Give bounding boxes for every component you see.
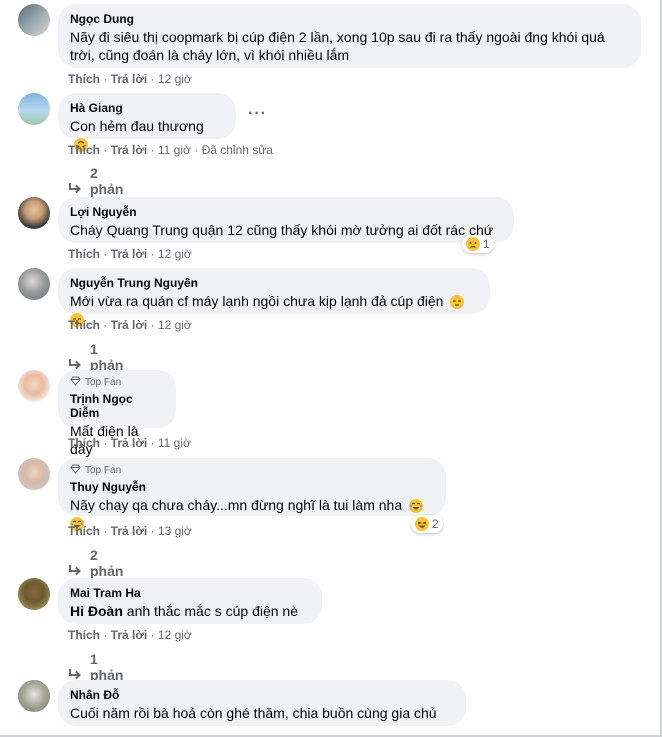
comment-actions: Thích · Trả lời · 12 giờ (68, 628, 192, 642)
commenter-name[interactable]: Mai Tram Ha (70, 586, 310, 600)
reaction-summary[interactable]: 1 (462, 235, 494, 253)
like-link[interactable]: Thích (68, 72, 100, 86)
like-link[interactable]: Thích (68, 143, 100, 157)
comment-bubble: Top Fan Thuy Nguyễn Nãy chạy qa chưa chá… (58, 458, 446, 532)
commenter-name[interactable]: Lợi Nguyễn (70, 205, 502, 219)
avatar[interactable] (18, 578, 50, 610)
timestamp[interactable]: 11 giờ (158, 436, 191, 450)
badge-label: Top Fan (85, 465, 122, 476)
reply-arrow-icon (68, 563, 82, 579)
comment-actions: Thích · Trả lời · 11 giờ (68, 436, 191, 450)
timestamp[interactable]: 12 giờ (158, 628, 192, 642)
comment-text-content: Nãy chạy qa chưa cháy...mn đừng nghĩ là … (70, 497, 403, 513)
unamused-face-emoji (450, 295, 465, 310)
commenter-name[interactable]: Nguyễn Trung Nguyên (70, 276, 478, 290)
reaction-count: 2 (432, 517, 439, 531)
reply-arrow-icon (68, 181, 82, 197)
reply-link[interactable]: Trả lời (111, 247, 148, 261)
avatar[interactable] (18, 268, 50, 300)
comment-text: Hi Đoàn anh thắc mắc s cúp điện nè (70, 602, 310, 620)
commenter-name[interactable]: Nhân Đỗ (70, 688, 454, 702)
like-link[interactable]: Thích (68, 628, 100, 642)
edited-label[interactable]: Đã chỉnh sửa (202, 143, 273, 157)
commenter-name[interactable]: Trịnh Ngọc Diễm (70, 392, 164, 420)
like-link[interactable]: Thích (68, 524, 100, 538)
avatar[interactable] (18, 93, 50, 125)
comment-bubble: Top Fan Trịnh Ngọc Diễm Mất điện là đây (58, 370, 176, 457)
comment-text: Cuối năm rồi bà hoả còn ghé thăm, chia b… (70, 705, 437, 721)
timestamp[interactable]: 12 giờ (158, 318, 192, 332)
reply-link[interactable]: Trả lời (111, 143, 148, 157)
comment-actions: Thích · Trả lời · 13 giờ (68, 524, 192, 538)
top-fan-badge[interactable]: Top Fan (70, 464, 434, 477)
comment-bubble: Nguyễn Trung Nguyên Mới vừa ra quán cf m… (58, 268, 490, 328)
haha-emoji (415, 517, 429, 531)
like-link[interactable]: Thích (68, 247, 100, 261)
sad-emoji (466, 237, 480, 251)
commenter-name[interactable]: Hà Giang (70, 101, 224, 115)
commenter-name[interactable]: Ngọc Dung (70, 12, 629, 26)
reply-link[interactable]: Trả lời (111, 524, 148, 538)
reply-link[interactable]: Trả lời (111, 628, 148, 642)
more-options-icon[interactable]: ··· (248, 105, 267, 123)
comment-actions: Thích · Trả lời · 12 giờ (68, 318, 192, 332)
diamond-icon (70, 376, 81, 389)
avatar[interactable] (18, 680, 50, 712)
comment-text: Nãy đi siêu thị coopmark bị cúp điện 2 l… (70, 29, 605, 63)
comment-text-content: Mới vừa ra quán cf máy lạnh ngồi chưa kị… (70, 293, 444, 309)
diamond-icon (70, 464, 81, 477)
comment-text-content: Con hẻm đau thương (70, 118, 204, 134)
comment-bubble: Mai Tram Ha Hi Đoàn anh thắc mắc s cúp đ… (58, 578, 322, 624)
reply-link[interactable]: Trả lời (111, 436, 148, 450)
timestamp[interactable]: 11 giờ (158, 143, 191, 157)
commenter-name[interactable]: Thuy Nguyễn (70, 480, 434, 494)
comment-actions: Thích · Trả lời · 11 giờ · Đã chỉnh sửa (68, 143, 273, 157)
comment-actions: Thích · Trả lời · 12 giờ (68, 72, 192, 86)
timestamp[interactable]: 12 giờ (158, 247, 192, 261)
top-fan-badge[interactable]: Top Fan (70, 376, 164, 389)
reply-link[interactable]: Trả lời (111, 318, 148, 332)
comment-text-content: anh thắc mắc s cúp điện nè (122, 603, 298, 619)
like-link[interactable]: Thích (68, 436, 100, 450)
like-link[interactable]: Thích (68, 318, 100, 332)
avatar[interactable] (18, 458, 50, 490)
reaction-summary[interactable]: 2 (411, 515, 443, 533)
comment-actions: Thích · Trả lời · 12 giờ (68, 247, 192, 261)
badge-label: Top Fan (85, 377, 122, 388)
laughing-crying-emoji (409, 499, 424, 514)
comment-text: Cháy Quang Trung quận 12 cũng thấy khói … (70, 222, 494, 238)
avatar[interactable] (18, 197, 50, 229)
reply-link[interactable]: Trả lời (111, 72, 148, 86)
timestamp[interactable]: 13 giờ (158, 524, 192, 538)
comment-bubble: Ngọc Dung Nãy đi siêu thị coopmark bị cú… (58, 4, 641, 68)
reaction-count: 1 (483, 237, 490, 251)
comment-bubble: Lợi Nguyễn Cháy Quang Trung quận 12 cũng… (58, 197, 514, 243)
timestamp[interactable]: 12 giờ (158, 72, 192, 86)
avatar[interactable] (18, 4, 50, 36)
comment-bubble: Nhân Đỗ Cuối năm rồi bà hoả còn ghé thăm… (58, 680, 466, 726)
mention-link[interactable]: Hi Đoàn (70, 603, 123, 619)
avatar[interactable] (18, 370, 50, 402)
comment-bubble: Hà Giang Con hẻm đau thương (58, 93, 236, 153)
